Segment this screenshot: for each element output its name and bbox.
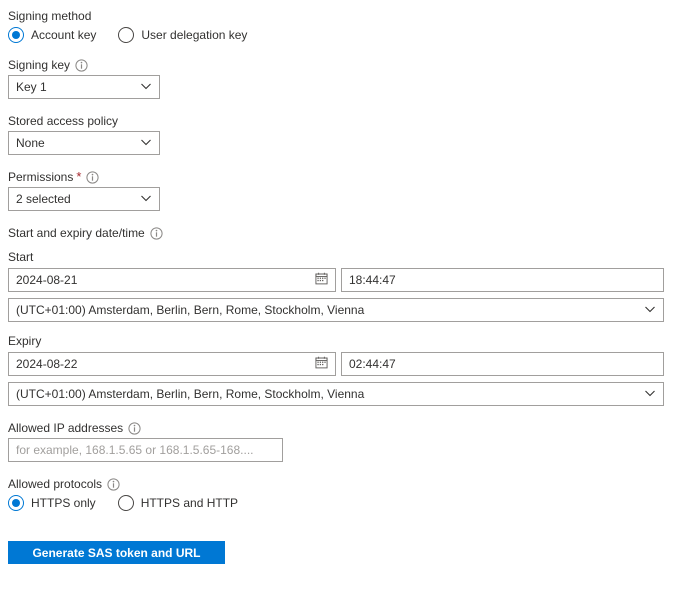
- start-time-input[interactable]: 18:44:47: [341, 268, 664, 292]
- permissions-label-text: Permissions: [8, 170, 74, 184]
- signing-method-radio-group: Account key User delegation key: [8, 27, 671, 43]
- signing-method-label: Signing method: [8, 8, 671, 24]
- allowed-ip-input[interactable]: for example, 168.1.5.65 or 168.1.5.65-16…: [8, 438, 283, 462]
- permissions-value: 2 selected: [16, 192, 71, 206]
- expiry-date-row: 2024-08-22 02:44:47: [8, 352, 671, 376]
- allowed-protocols-label-text: Allowed protocols: [8, 477, 103, 491]
- expiry-date-input[interactable]: 2024-08-22: [8, 352, 336, 376]
- info-icon[interactable]: [86, 170, 100, 184]
- info-icon[interactable]: [128, 421, 141, 435]
- chevron-down-icon: [140, 80, 152, 95]
- allowed-ip-label: Allowed IP addresses: [8, 420, 671, 436]
- radio-https-only-label: HTTPS only: [31, 496, 96, 510]
- stored-access-policy-select[interactable]: None: [8, 131, 160, 155]
- radio-account-key-label: Account key: [31, 28, 97, 42]
- signing-method-group: Signing method Account key User delegati…: [8, 8, 671, 43]
- expiry-date-value: 2024-08-22: [16, 357, 78, 371]
- allowed-protocols-label: Allowed protocols: [8, 476, 671, 492]
- stored-access-policy-label: Stored access policy: [8, 113, 671, 129]
- date-time-label: Start and expiry date/time: [8, 225, 671, 241]
- permissions-label: Permissions *: [8, 169, 671, 185]
- required-asterisk: *: [76, 169, 82, 184]
- expiry-timezone-value: (UTC+01:00) Amsterdam, Berlin, Bern, Rom…: [16, 387, 365, 401]
- calendar-icon[interactable]: [315, 356, 328, 372]
- stored-access-policy-group: Stored access policy None: [8, 113, 671, 155]
- chevron-down-icon: [140, 192, 152, 207]
- expiry-label: Expiry: [8, 334, 42, 348]
- start-label: Start: [8, 250, 34, 264]
- date-time-label-text: Start and expiry date/time: [8, 226, 145, 240]
- radio-option-user-delegation-key[interactable]: User delegation key: [118, 27, 247, 43]
- info-icon[interactable]: [75, 58, 88, 72]
- start-date-input[interactable]: 2024-08-21: [8, 268, 336, 292]
- stored-access-policy-value: None: [16, 136, 45, 150]
- permissions-group: Permissions * 2 selected: [8, 169, 671, 211]
- start-date-value: 2024-08-21: [16, 273, 78, 287]
- expiry-time-input[interactable]: 02:44:47: [341, 352, 664, 376]
- generate-sas-token-button[interactable]: Generate SAS token and URL: [8, 541, 225, 564]
- radio-option-account-key[interactable]: Account key: [8, 27, 96, 43]
- radio-account-key[interactable]: [8, 27, 24, 43]
- info-icon[interactable]: [150, 226, 163, 240]
- signing-method-label-text: Signing method: [8, 9, 92, 23]
- allowed-ip-label-text: Allowed IP addresses: [8, 421, 124, 435]
- radio-option-https-only[interactable]: HTTPS only: [8, 495, 96, 511]
- chevron-down-icon: [644, 387, 656, 402]
- start-date-row: 2024-08-21 18:44:47: [8, 268, 671, 292]
- calendar-icon[interactable]: [315, 272, 328, 288]
- chevron-down-icon: [140, 136, 152, 151]
- allowed-ip-group: Allowed IP addresses for example, 168.1.…: [8, 420, 671, 462]
- chevron-down-icon: [644, 303, 656, 318]
- info-icon[interactable]: [107, 477, 120, 491]
- allowed-protocols-radio-group: HTTPS only HTTPS and HTTP: [8, 495, 671, 511]
- radio-option-https-and-http[interactable]: HTTPS and HTTP: [117, 495, 239, 511]
- signing-key-select[interactable]: Key 1: [8, 75, 160, 99]
- radio-user-delegation-key[interactable]: [118, 27, 135, 43]
- expiry-time-value: 02:44:47: [349, 357, 396, 371]
- signing-key-label: Signing key: [8, 57, 671, 73]
- start-timezone-value: (UTC+01:00) Amsterdam, Berlin, Bern, Rom…: [16, 303, 365, 317]
- start-timezone-select[interactable]: (UTC+01:00) Amsterdam, Berlin, Bern, Rom…: [8, 298, 664, 322]
- date-time-group: Start and expiry date/time Start 2024-08…: [8, 225, 671, 406]
- allowed-ip-placeholder: for example, 168.1.5.65 or 168.1.5.65-16…: [16, 443, 254, 457]
- radio-https-and-http[interactable]: [117, 495, 134, 511]
- radio-user-delegation-key-label: User delegation key: [141, 28, 248, 42]
- start-time-value: 18:44:47: [349, 273, 396, 287]
- signing-key-group: Signing key Key 1: [8, 57, 671, 99]
- radio-https-and-http-label: HTTPS and HTTP: [140, 496, 239, 510]
- expiry-timezone-select[interactable]: (UTC+01:00) Amsterdam, Berlin, Bern, Rom…: [8, 382, 664, 406]
- radio-https-only[interactable]: [8, 495, 24, 511]
- stored-access-policy-label-text: Stored access policy: [8, 114, 119, 128]
- permissions-select[interactable]: 2 selected: [8, 187, 160, 211]
- signing-key-label-text: Signing key: [8, 58, 71, 72]
- allowed-protocols-group: Allowed protocols HTTPS only HTTPS and H…: [8, 476, 671, 511]
- sas-token-form: Signing method Account key User delegati…: [0, 0, 679, 564]
- signing-key-value: Key 1: [16, 80, 47, 94]
